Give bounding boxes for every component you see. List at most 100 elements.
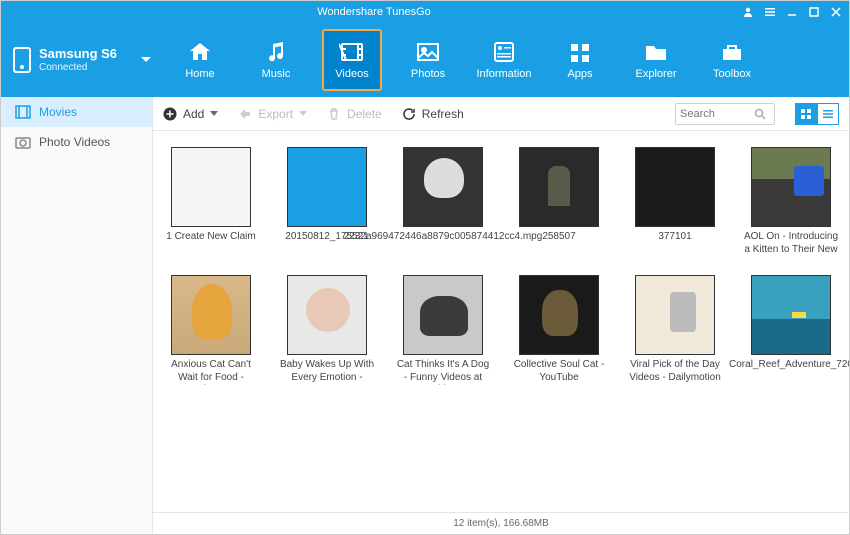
export-icon xyxy=(238,107,252,121)
video-item[interactable]: 258507 xyxy=(511,147,607,257)
video-item[interactable]: Anxious Cat Can't Wait for Food - Jokero… xyxy=(163,275,259,385)
video-grid: 1 Create New Claim 20150812_175521 2232a… xyxy=(153,131,849,512)
video-label: 377101 xyxy=(658,231,691,244)
tab-label: Music xyxy=(262,68,291,80)
information-icon xyxy=(491,40,517,64)
video-item[interactable]: Viral Pick of the Day Videos - Dailymoti… xyxy=(627,275,723,385)
status-text: 12 item(s), 166.68MB xyxy=(453,518,549,529)
tab-label: Videos xyxy=(335,68,368,80)
film-icon xyxy=(15,105,31,119)
device-selector[interactable]: Samsung S6 Connected xyxy=(1,46,161,74)
video-item[interactable]: 1 Create New Claim xyxy=(163,147,259,257)
chevron-down-icon xyxy=(141,56,151,64)
tab-music[interactable]: Music xyxy=(247,30,305,90)
refresh-icon xyxy=(402,107,416,121)
tab-label: Explorer xyxy=(636,68,677,80)
list-view-button[interactable] xyxy=(817,103,839,125)
chevron-down-icon xyxy=(299,111,307,117)
status-bar: 12 item(s), 166.68MB xyxy=(153,512,849,534)
device-status: Connected xyxy=(39,62,117,74)
chevron-down-icon xyxy=(210,111,218,117)
content: Add Export Delete Refresh xyxy=(153,97,849,534)
video-thumbnail xyxy=(287,275,367,355)
tab-label: Home xyxy=(185,68,214,80)
video-thumbnail xyxy=(287,147,367,227)
videos-icon xyxy=(339,40,365,64)
tab-label: Photos xyxy=(411,68,445,80)
video-label: 258507 xyxy=(542,231,575,244)
plus-icon xyxy=(163,107,177,121)
phone-icon xyxy=(13,47,31,73)
toolbar: Add Export Delete Refresh xyxy=(153,97,849,131)
maximize-icon[interactable] xyxy=(807,5,821,19)
tab-apps[interactable]: Apps xyxy=(551,30,609,90)
titlebar: Wondershare TunesGo xyxy=(1,1,849,23)
sidebar-item-label: Photo Videos xyxy=(39,135,110,149)
sidebar-item-movies[interactable]: Movies xyxy=(1,97,152,127)
sidebar: Movies Photo Videos xyxy=(1,97,153,534)
video-label: 1 Create New Claim xyxy=(166,231,255,244)
add-button[interactable]: Add xyxy=(163,107,218,121)
menu-icon[interactable] xyxy=(763,5,777,19)
photos-icon xyxy=(415,40,441,64)
camera-icon xyxy=(15,135,31,149)
grid-view-button[interactable] xyxy=(795,103,817,125)
video-label: Collective Soul Cat - YouTube xyxy=(511,359,607,384)
video-item[interactable]: Cat Thinks It's A Dog - Funny Videos at … xyxy=(395,275,491,385)
video-item[interactable]: 377101 xyxy=(627,147,723,257)
video-thumbnail xyxy=(635,147,715,227)
window-controls xyxy=(741,5,843,19)
trash-icon xyxy=(327,107,341,121)
search-input[interactable] xyxy=(680,108,750,120)
video-thumbnail xyxy=(171,275,251,355)
video-thumbnail xyxy=(171,147,251,227)
tab-label: Apps xyxy=(567,68,592,80)
header: Samsung S6 Connected Home Music Videos P… xyxy=(1,23,849,97)
home-icon xyxy=(187,40,213,64)
sidebar-item-label: Movies xyxy=(39,105,77,119)
search-icon xyxy=(754,108,766,120)
video-item[interactable]: Baby Wakes Up With Every Emotion - Fun..… xyxy=(279,275,375,385)
tab-label: Information xyxy=(476,68,531,80)
search-box[interactable] xyxy=(675,103,775,125)
video-label: AOL On - Introducing a Kitten to Their N… xyxy=(743,231,839,257)
video-label: Cat Thinks It's A Dog - Funny Videos at … xyxy=(395,359,491,385)
refresh-button[interactable]: Refresh xyxy=(402,107,464,121)
sidebar-item-photo-videos[interactable]: Photo Videos xyxy=(1,127,152,157)
tab-photos[interactable]: Photos xyxy=(399,30,457,90)
music-icon xyxy=(263,40,289,64)
video-thumbnail xyxy=(635,275,715,355)
video-thumbnail xyxy=(751,275,831,355)
video-item[interactable]: Collective Soul Cat - YouTube xyxy=(511,275,607,385)
tab-home[interactable]: Home xyxy=(171,30,229,90)
device-name: Samsung S6 xyxy=(39,46,117,62)
video-thumbnail xyxy=(751,147,831,227)
minimize-icon[interactable] xyxy=(785,5,799,19)
video-item[interactable]: AOL On - Introducing a Kitten to Their N… xyxy=(743,147,839,257)
body: Movies Photo Videos Add Export xyxy=(1,97,849,534)
app-window: Wondershare TunesGo Samsung S6 Connected… xyxy=(0,0,850,535)
view-toggle xyxy=(795,103,839,125)
video-item[interactable]: Coral_Reef_Adventure_720 xyxy=(743,275,839,385)
explorer-icon xyxy=(643,40,669,64)
tab-toolbox[interactable]: Toolbox xyxy=(703,30,761,90)
user-icon[interactable] xyxy=(741,5,755,19)
video-label: Baby Wakes Up With Every Emotion - Fun..… xyxy=(279,359,375,385)
video-label: Anxious Cat Can't Wait for Food - Jokero… xyxy=(163,359,259,385)
tab-videos[interactable]: Videos xyxy=(323,30,381,90)
video-thumbnail xyxy=(403,147,483,227)
video-thumbnail xyxy=(519,147,599,227)
delete-button[interactable]: Delete xyxy=(327,107,382,121)
video-label: Coral_Reef_Adventure_720 xyxy=(729,359,849,372)
export-button[interactable]: Export xyxy=(238,107,307,121)
tab-information[interactable]: Information xyxy=(475,30,533,90)
tab-explorer[interactable]: Explorer xyxy=(627,30,685,90)
video-item[interactable]: 2232a969472446a8879c005874412cc4.mpg xyxy=(395,147,491,257)
close-icon[interactable] xyxy=(829,5,843,19)
video-label: Viral Pick of the Day Videos - Dailymoti… xyxy=(627,359,723,384)
nav-tabs: Home Music Videos Photos Information App… xyxy=(171,30,761,90)
toolbox-icon xyxy=(719,40,745,64)
app-title: Wondershare TunesGo xyxy=(7,6,741,18)
video-thumbnail xyxy=(403,275,483,355)
tab-label: Toolbox xyxy=(713,68,751,80)
